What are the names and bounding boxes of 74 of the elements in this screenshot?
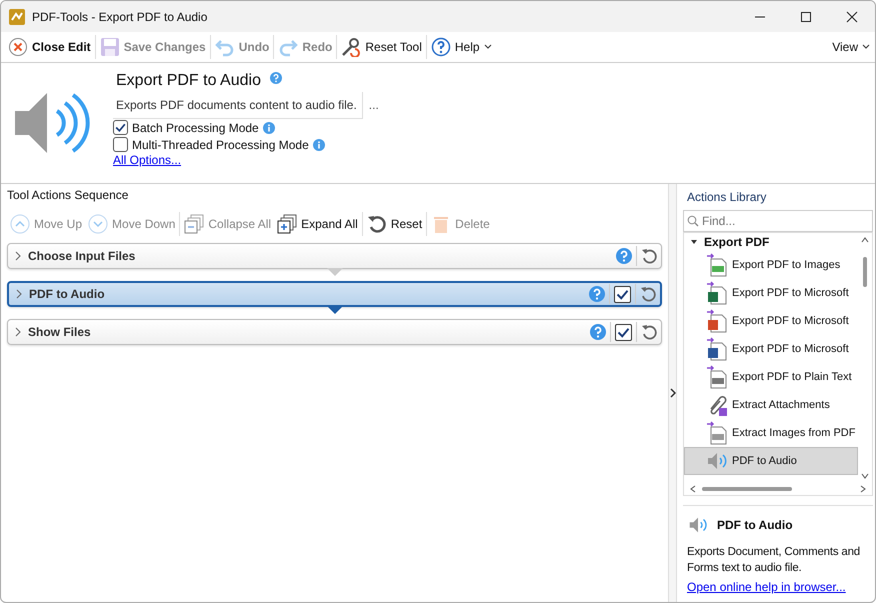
reset-icon[interactable] xyxy=(641,248,657,264)
document-icon xyxy=(705,420,729,445)
reset-icon xyxy=(366,214,387,234)
collapse-icon[interactable] xyxy=(690,238,698,245)
view-menu[interactable]: View xyxy=(829,34,873,60)
scroll-right-icon[interactable] xyxy=(860,485,866,493)
scroll-up-icon[interactable] xyxy=(861,236,869,243)
library-item[interactable]: Export PDF to Microsoft xyxy=(684,278,858,307)
library-item[interactable]: Extract Images from PDF xyxy=(684,418,858,447)
help-link[interactable]: Open online help in browser... xyxy=(687,580,846,594)
info-icon[interactable] xyxy=(312,138,325,150)
connector-arrow-icon xyxy=(326,306,342,314)
close-icon xyxy=(8,37,28,57)
all-options-link[interactable]: All Options... xyxy=(113,153,182,167)
details-title: PDF to Audio xyxy=(717,518,793,532)
sequence-button[interactable]: Reset xyxy=(364,211,426,237)
action-title: Choose Input Files xyxy=(28,249,136,263)
library-item[interactable]: PDF to Audio xyxy=(684,446,858,475)
checkbox[interactable] xyxy=(113,120,128,135)
section-title: Tool Actions Sequence xyxy=(7,188,130,204)
app-icon xyxy=(9,8,25,24)
reset-icon[interactable] xyxy=(640,286,656,302)
help-icon xyxy=(430,37,451,57)
search-field[interactable]: Find... xyxy=(683,210,873,232)
checkbox[interactable] xyxy=(615,324,632,340)
document-icon xyxy=(705,252,729,277)
toolbar-button[interactable]: Reset Tool xyxy=(338,34,425,60)
expand-all-icon xyxy=(277,214,298,234)
document-icon xyxy=(705,280,729,305)
section-title: Actions Library xyxy=(686,189,768,206)
expand-icon[interactable] xyxy=(14,327,22,337)
window-title: PDF-Tools - Export PDF to Audio xyxy=(32,10,208,24)
checkbox[interactable] xyxy=(113,137,128,152)
redo-icon xyxy=(278,37,298,57)
document-icon xyxy=(705,364,729,389)
connector-arrow-icon xyxy=(326,268,342,276)
document-icon xyxy=(705,308,729,333)
action-title: Show Files xyxy=(28,325,91,339)
help-icon[interactable] xyxy=(270,72,282,84)
group-title[interactable]: Export PDF xyxy=(704,234,770,249)
toolbar-button[interactable]: Help xyxy=(428,34,495,60)
action-title: PDF to Audio xyxy=(29,287,105,301)
library-item[interactable]: Export PDF to Plain Text xyxy=(684,362,858,391)
tool-description: Exports PDF documents content to audio file. xyxy=(113,92,363,119)
tool-title: Export PDF to Audio xyxy=(116,72,261,90)
info-icon[interactable] xyxy=(262,122,275,134)
option-label: Batch Processing Mode xyxy=(132,120,259,134)
library-item[interactable]: Extract Attachments xyxy=(684,390,858,419)
scroll-left-icon[interactable] xyxy=(690,485,696,493)
library-item[interactable]: Export PDF to Microsoft xyxy=(684,306,858,335)
help-icon[interactable] xyxy=(590,324,606,340)
help-icon[interactable] xyxy=(616,248,632,264)
reset-icon[interactable] xyxy=(641,324,657,340)
action-card[interactable]: PDF to Audio xyxy=(7,281,662,307)
help-icon[interactable] xyxy=(589,286,605,302)
wrench-icon xyxy=(341,37,362,57)
more-button[interactable]: ... xyxy=(368,98,379,112)
toolbar-button[interactable]: Close Edit xyxy=(5,34,94,60)
checkbox[interactable] xyxy=(614,286,631,302)
collapse-all-icon xyxy=(184,214,204,234)
undo-icon xyxy=(214,37,235,57)
option-label: Multi-Threaded Processing Mode xyxy=(132,138,309,152)
scroll-down-icon[interactable] xyxy=(861,473,869,479)
expand-icon[interactable] xyxy=(14,251,22,261)
caret-icon xyxy=(862,44,870,50)
action-card[interactable]: Show Files xyxy=(7,319,662,345)
document-icon xyxy=(705,336,729,361)
library-item[interactable]: Export PDF to Images xyxy=(684,250,858,279)
details-description: Exports Document, Comments and Forms text to audio file. xyxy=(687,545,861,576)
library-item[interactable]: Export PDF to Microsoft xyxy=(684,334,858,363)
caret-icon xyxy=(484,44,492,50)
action-card[interactable]: Choose Input Files xyxy=(7,243,662,269)
expand-icon[interactable] xyxy=(15,289,23,299)
sequence-button[interactable]: Expand All xyxy=(274,211,361,237)
